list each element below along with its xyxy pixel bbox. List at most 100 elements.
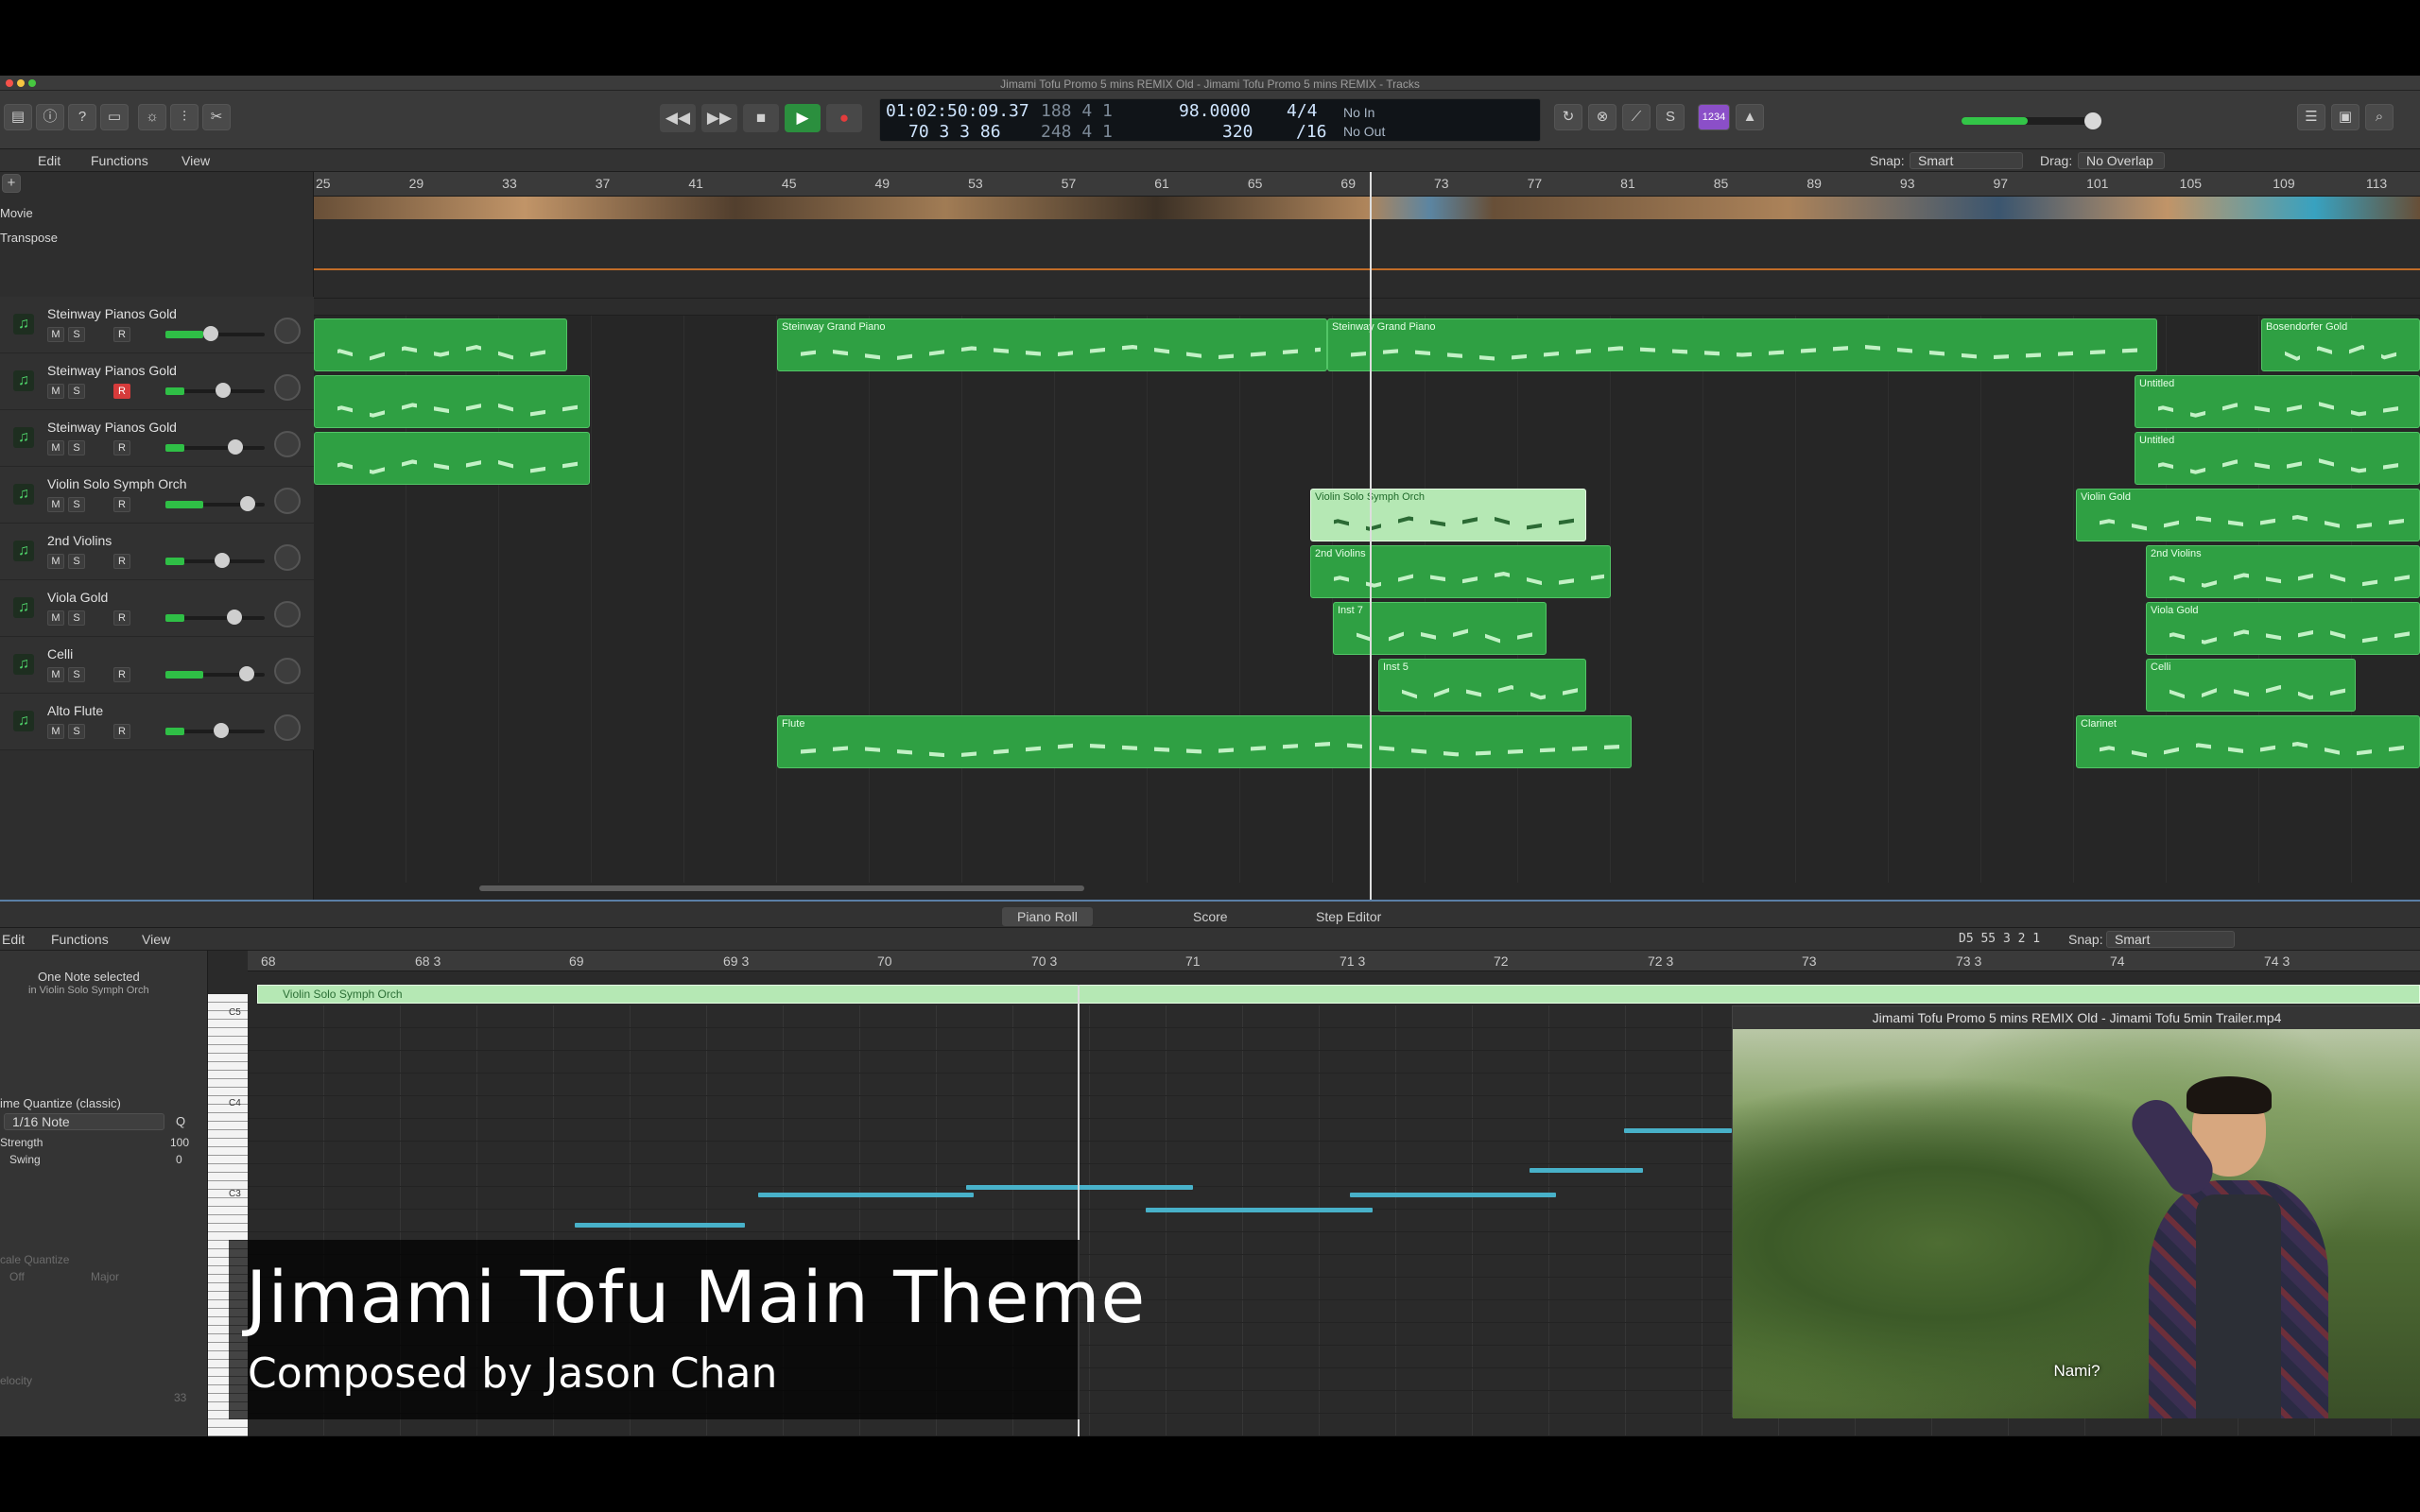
- record-enable-button[interactable]: R: [113, 724, 130, 739]
- scale-major-select[interactable]: Major: [91, 1270, 119, 1283]
- region-2nd-violins-right[interactable]: 2nd Violins: [2146, 545, 2420, 598]
- volume-fader[interactable]: [165, 326, 265, 341]
- volume-fader[interactable]: [165, 439, 265, 455]
- mute-button[interactable]: M: [47, 497, 64, 512]
- inspector-icon[interactable]: ⓘ: [36, 104, 64, 130]
- tracks-edit-menu[interactable]: Edit: [38, 153, 60, 168]
- tracks-functions-menu[interactable]: Functions: [91, 153, 148, 168]
- pan-knob[interactable]: [274, 431, 301, 457]
- region-piano-3[interactable]: [314, 432, 590, 485]
- scale-off-select[interactable]: Off: [9, 1270, 25, 1283]
- library-icon[interactable]: ▤: [4, 104, 32, 130]
- region-bosendorfer[interactable]: Bosendorfer Gold: [2261, 318, 2420, 371]
- region-inst-7[interactable]: Inst 7: [1333, 602, 1547, 655]
- midi-note[interactable]: [1350, 1193, 1556, 1197]
- pan-knob[interactable]: [274, 488, 301, 514]
- movie-thumbnails[interactable]: [314, 197, 2420, 219]
- mute-button[interactable]: M: [47, 327, 64, 342]
- track-header[interactable]: ♫ Steinway Pianos Gold M S R: [0, 410, 314, 467]
- count-in-badge[interactable]: 1234: [1698, 104, 1730, 130]
- midi-note[interactable]: [575, 1223, 745, 1228]
- replace-icon[interactable]: ⊗: [1588, 104, 1616, 130]
- pan-knob[interactable]: [274, 714, 301, 741]
- solo-button[interactable]: S: [68, 384, 85, 399]
- volume-knob[interactable]: [240, 496, 255, 511]
- tab-score[interactable]: Score: [1178, 907, 1243, 926]
- region-untitled-1[interactable]: Untitled: [2135, 375, 2420, 428]
- mute-button[interactable]: M: [47, 554, 64, 569]
- stop-icon[interactable]: ■: [743, 104, 779, 132]
- audio-lane[interactable]: [314, 299, 2420, 316]
- region-piano-1[interactable]: [314, 318, 567, 371]
- midi-note[interactable]: [758, 1193, 974, 1197]
- mute-button[interactable]: M: [47, 667, 64, 682]
- region-violin-solo-selected[interactable]: Violin Solo Symph Orch: [1310, 489, 1586, 541]
- mute-button[interactable]: M: [47, 724, 64, 739]
- tracks-view-menu[interactable]: View: [182, 153, 210, 168]
- tuner-icon[interactable]: ⟋: [1622, 104, 1651, 130]
- record-enable-button[interactable]: R: [113, 554, 130, 569]
- record-enable-button[interactable]: R: [113, 497, 130, 512]
- midi-note[interactable]: [1146, 1208, 1373, 1212]
- volume-fader[interactable]: [165, 610, 265, 625]
- master-volume-knob[interactable]: [2084, 112, 2101, 129]
- transpose-lane[interactable]: [314, 219, 2420, 299]
- pan-knob[interactable]: [274, 658, 301, 684]
- region-steinway-grand-1[interactable]: Steinway Grand Piano: [777, 318, 1327, 371]
- editor-snap-select[interactable]: Smart: [2106, 931, 2235, 948]
- region-steinway-grand-2[interactable]: Steinway Grand Piano: [1327, 318, 2157, 371]
- region-piano-2[interactable]: [314, 375, 590, 428]
- piano-roll-region-bar[interactable]: Violin Solo Symph Orch: [257, 985, 2420, 1004]
- help-icon[interactable]: ?: [68, 104, 96, 130]
- region-viola-gold[interactable]: Viola Gold: [2146, 602, 2420, 655]
- editor-edit-menu[interactable]: Edit: [2, 932, 25, 947]
- pan-knob[interactable]: [274, 544, 301, 571]
- record-enable-button[interactable]: R: [113, 667, 130, 682]
- solo-button[interactable]: S: [68, 667, 85, 682]
- track-header[interactable]: ♫ Celli M S R: [0, 637, 314, 694]
- region-flute[interactable]: Flute: [777, 715, 1632, 768]
- search-icon[interactable]: ⌕: [2365, 104, 2394, 130]
- track-header[interactable]: ♫ Alto Flute M S R: [0, 694, 314, 750]
- movie-window[interactable]: Jimami Tofu Promo 5 mins REMIX Old - Jim…: [1732, 1005, 2420, 1418]
- volume-knob[interactable]: [214, 723, 229, 738]
- playhead[interactable]: [1370, 172, 1372, 900]
- track-header[interactable]: ♫ Steinway Pianos Gold M S R: [0, 353, 314, 410]
- volume-fader[interactable]: [165, 723, 265, 738]
- volume-knob[interactable]: [203, 326, 218, 341]
- tab-piano-roll[interactable]: Piano Roll: [1002, 907, 1093, 926]
- track-header[interactable]: ♫ Violin Solo Symph Orch M S R: [0, 467, 314, 524]
- track-header[interactable]: ♫ Steinway Pianos Gold M S R: [0, 297, 314, 353]
- record-icon[interactable]: ●: [826, 104, 862, 132]
- horizontal-scrollbar[interactable]: [479, 885, 1084, 891]
- notepad-icon[interactable]: ▣: [2331, 104, 2360, 130]
- mute-button[interactable]: M: [47, 610, 64, 626]
- region-clarinet[interactable]: Clarinet: [2076, 715, 2420, 768]
- midi-note[interactable]: [966, 1185, 1193, 1190]
- arrange-area[interactable]: 25 29 33 37 41 45 49 53 57 61 65 69 73 77 81 85 89 93 97 10…: [314, 172, 2420, 900]
- quantize-q-button[interactable]: Q: [176, 1114, 185, 1128]
- volume-knob[interactable]: [239, 666, 254, 681]
- solo-button[interactable]: S: [68, 327, 85, 342]
- toolbar-icon[interactable]: ▭: [100, 104, 129, 130]
- solo-button[interactable]: S: [68, 610, 85, 626]
- volume-fader[interactable]: [165, 496, 265, 511]
- region-violin-gold[interactable]: Violin Gold: [2076, 489, 2420, 541]
- mute-button[interactable]: M: [47, 440, 64, 455]
- piano-roll-ruler[interactable]: 68 68 3 69 69 3 70 70 3 71 71 3 72 72 3 73 73 3 74 74…: [248, 951, 2420, 971]
- region-inst-5[interactable]: Inst 5: [1378, 659, 1586, 712]
- volume-fader[interactable]: [165, 553, 265, 568]
- region-untitled-2[interactable]: Untitled: [2135, 432, 2420, 485]
- volume-knob[interactable]: [216, 383, 231, 398]
- pan-knob[interactable]: [274, 601, 301, 627]
- track-header[interactable]: ♫ 2nd Violins M S R: [0, 524, 314, 580]
- smart-controls-icon[interactable]: ☼: [138, 104, 166, 130]
- region-celli[interactable]: Celli: [2146, 659, 2356, 712]
- midi-note[interactable]: [1624, 1128, 1732, 1133]
- metronome-icon[interactable]: ▲: [1736, 104, 1764, 130]
- tracks-snap-select[interactable]: Smart: [1910, 152, 2023, 169]
- region-2nd-violins[interactable]: 2nd Violins: [1310, 545, 1611, 598]
- master-volume-slider[interactable]: [1962, 112, 2101, 129]
- list-editors-icon[interactable]: ☰: [2297, 104, 2325, 130]
- mute-button[interactable]: M: [47, 384, 64, 399]
